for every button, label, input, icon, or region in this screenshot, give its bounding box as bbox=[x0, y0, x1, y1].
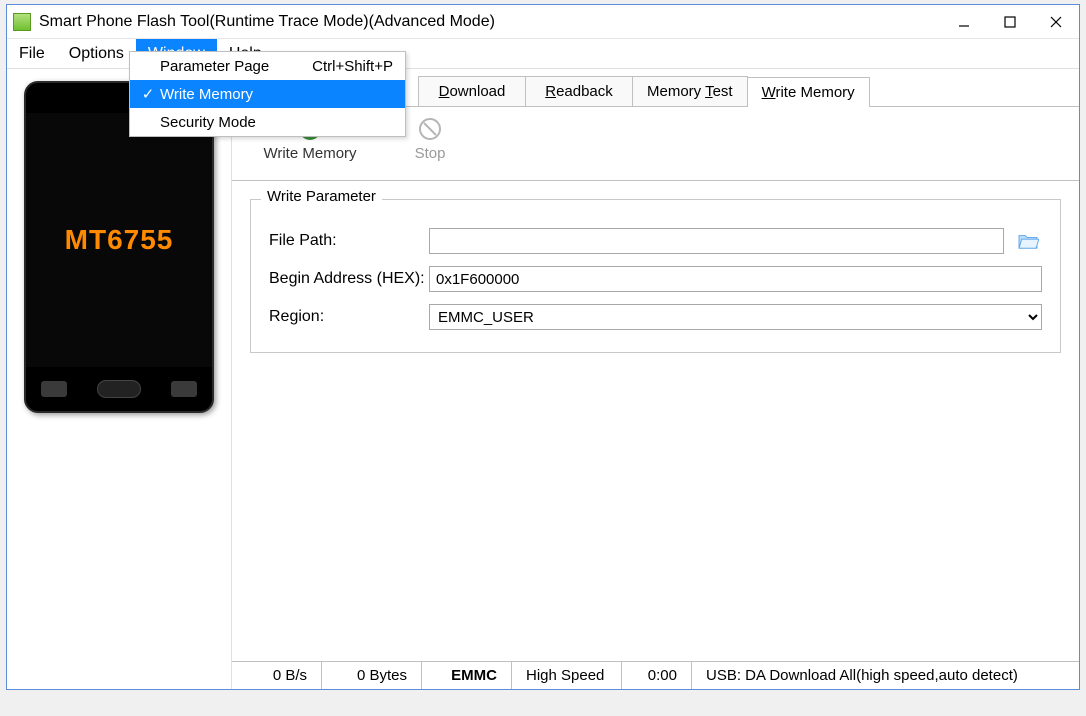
window-menu-dropdown: Parameter Page Ctrl+Shift+P ✓ Write Memo… bbox=[129, 51, 406, 137]
write-memory-label: Write Memory bbox=[263, 145, 356, 162]
status-connection: USB: DA Download All(high speed,auto det… bbox=[692, 662, 1079, 689]
menu-item-write-memory[interactable]: ✓ Write Memory bbox=[130, 80, 405, 108]
file-path-input[interactable] bbox=[429, 228, 1004, 254]
maximize-icon bbox=[1004, 16, 1016, 28]
tab-readback[interactable]: Readback bbox=[525, 76, 633, 106]
status-time: 0:00 bbox=[622, 662, 692, 689]
status-mode: High Speed bbox=[512, 662, 622, 689]
fieldset-legend: Write Parameter bbox=[261, 188, 382, 205]
app-icon bbox=[13, 13, 31, 31]
window-title: Smart Phone Flash Tool(Runtime Trace Mod… bbox=[39, 13, 941, 31]
folder-icon bbox=[1017, 232, 1039, 250]
write-parameter-group: Write Parameter File Path: Begin Addre bbox=[250, 199, 1061, 353]
left-panel: MT6755 bbox=[7, 69, 231, 689]
minimize-icon bbox=[958, 16, 970, 28]
close-button[interactable] bbox=[1033, 5, 1079, 39]
right-panel: Download Readback Memory Test Write Memo… bbox=[231, 69, 1079, 689]
region-label: Region: bbox=[269, 308, 429, 326]
tab-memory-test[interactable]: Memory Test bbox=[632, 76, 748, 106]
minimize-button[interactable] bbox=[941, 5, 987, 39]
status-storage: EMMC bbox=[422, 662, 512, 689]
row-file-path: File Path: bbox=[269, 228, 1042, 254]
phone-chip-label: MT6755 bbox=[26, 113, 212, 367]
tab-write-memory[interactable]: Write Memory bbox=[747, 77, 870, 107]
stop-label: Stop bbox=[415, 145, 446, 162]
menu-file[interactable]: File bbox=[7, 39, 57, 68]
close-icon bbox=[1050, 16, 1062, 28]
body: MT6755 Download Readback Memory Test Wri… bbox=[7, 69, 1079, 689]
check-icon: ✓ bbox=[140, 85, 156, 103]
begin-address-label: Begin Address (HEX): bbox=[269, 270, 429, 288]
status-speed: 0 B/s bbox=[232, 662, 322, 689]
file-path-label: File Path: bbox=[269, 232, 429, 250]
form-area: Write Parameter File Path: Begin Addre bbox=[232, 181, 1079, 661]
begin-address-input[interactable] bbox=[429, 266, 1042, 292]
menu-options[interactable]: Options bbox=[57, 39, 136, 68]
browse-button[interactable] bbox=[1014, 229, 1042, 253]
tab-download[interactable]: Download bbox=[418, 76, 526, 106]
row-region: Region: EMMC_USER bbox=[269, 304, 1042, 330]
menu-item-security-mode[interactable]: Security Mode bbox=[130, 108, 405, 136]
stop-icon bbox=[416, 115, 444, 143]
phone-home-icon bbox=[97, 380, 141, 398]
row-begin-address: Begin Address (HEX): bbox=[269, 266, 1042, 292]
region-select[interactable]: EMMC_USER bbox=[429, 304, 1042, 330]
status-size: 0 Bytes bbox=[322, 662, 422, 689]
menu-item-parameter-page[interactable]: Parameter Page Ctrl+Shift+P bbox=[130, 52, 405, 80]
maximize-button[interactable] bbox=[987, 5, 1033, 39]
titlebar: Smart Phone Flash Tool(Runtime Trace Mod… bbox=[7, 5, 1079, 39]
phone-back-icon bbox=[171, 381, 197, 397]
statusbar: 0 B/s 0 Bytes EMMC High Speed 0:00 USB: … bbox=[232, 661, 1079, 689]
phone-menu-icon bbox=[41, 381, 67, 397]
